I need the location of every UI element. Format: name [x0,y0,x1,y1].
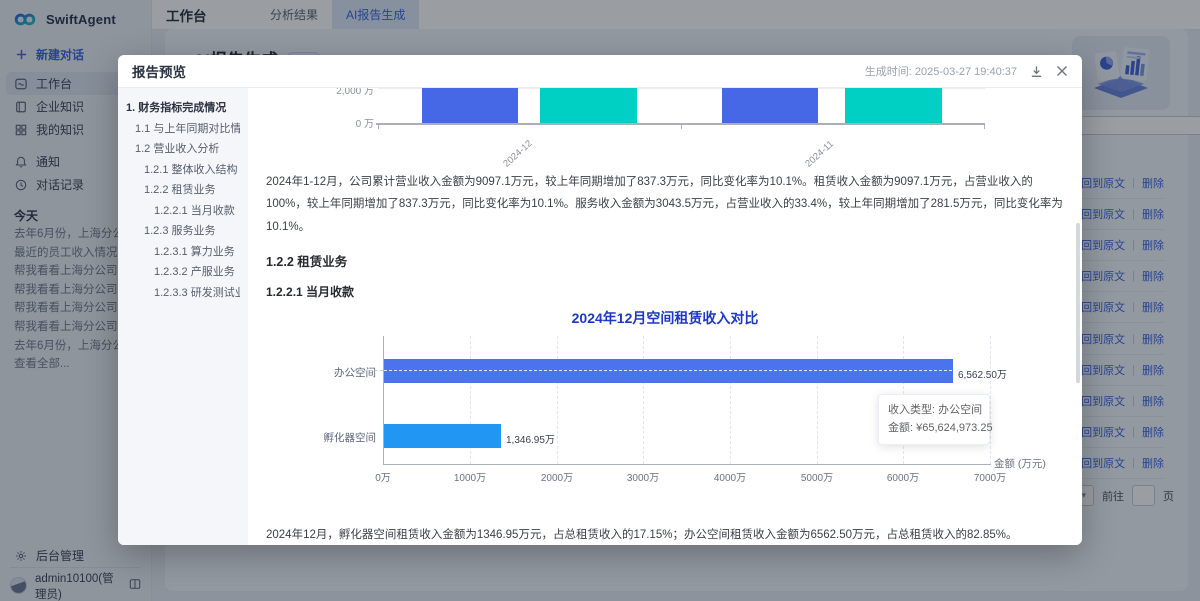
category-label: 办公空间 [274,365,376,380]
toc-item[interactable]: 1.2.1 整体收入结构 [126,160,240,181]
bar-2024-12-series2[interactable] [540,88,637,123]
toc-item[interactable]: 1.2 营业收入分析 [126,139,240,160]
report-preview-modal: 报告预览 生成时间: 2025-03-27 19:40:37 1. 财务指标完成… [118,55,1082,545]
report-paragraph: 2024年1-12月，公司累计营业收入金额为9097.1万元，较上年同期增加了8… [266,171,1064,238]
bar-2024-12-series1[interactable] [422,88,518,123]
x-tick-label: 2024-11 [803,132,843,170]
x-axis-title: 金额 (万元) [994,456,1046,471]
toc-item[interactable]: 1. 财务指标完成情况 [126,98,240,119]
x-tick-label: 1000万 [440,469,500,484]
x-tick-label: 2000万 [527,469,587,484]
section-heading: 1.2.2 租赁业务 [266,251,1064,270]
modal-body: 1. 财务指标完成情况 1.1 与上年同期对比情况 1.2 营业收入分析 1.2… [118,88,1082,545]
rental-income-bar-chart: 2024年12月空间租赁收入对比 办公空间 6,562.50万 孵化器空间 1,… [266,304,1064,512]
chart-tooltip: 收入类型: 办公空间 金额: ¥65,624,973.25 [878,394,990,444]
chart-title: 2024年12月空间租赁收入对比 [266,308,1064,328]
modal-header: 报告预览 生成时间: 2025-03-27 19:40:37 [118,55,1082,88]
bar-value-label: 6,562.50万 [958,366,1007,381]
bar-office-space[interactable] [384,359,953,383]
bar-value-label: 1,346.95万 [506,431,555,446]
tooltip-line: 收入类型: 办公空间 [888,401,980,419]
bar-2024-11-series1[interactable] [722,88,818,123]
x-tick-label: 7000万 [960,469,1020,484]
x-tick-label: 2024-12 [501,132,541,170]
download-icon[interactable] [1030,65,1043,78]
toc-item[interactable]: 1.2.2.1 当月收款 [126,201,240,222]
toc-item[interactable]: 1.2.3.3 研发测试业务 [126,283,240,304]
x-tick-label: 5000万 [787,469,847,484]
x-tick-label: 6000万 [873,469,933,484]
monthly-grouped-bar-chart: 2,000 万 0 万 2024-12 2024-11 [266,88,1064,164]
x-tick-label: 3000万 [613,469,673,484]
toc-item[interactable]: 1.2.3 服务业务 [126,221,240,242]
category-label: 孵化器空间 [274,430,376,445]
report-paragraph: 2024年12月，孵化器空间租赁收入金额为1346.95万元，占总租赁收入的17… [266,524,1064,545]
toc-item[interactable]: 1.2.3.2 产服业务 [126,262,240,283]
axis-pointer-dash [354,370,383,371]
toc-item[interactable]: 1.1 与上年同期对比情况 [126,119,240,140]
axis-pointer-dash [384,370,952,371]
modal-scrollbar[interactable] [1076,223,1080,383]
y-tick-label: 2,000 万 [274,88,374,97]
generated-time: 生成时间: 2025-03-27 19:40:37 [865,63,1017,79]
toc-item[interactable]: 1.2.3.1 算力业务 [126,242,240,263]
section-heading: 1.2.2.1 当月收款 [266,283,1064,300]
bar-incubator-space[interactable] [384,424,501,448]
x-tick-label: 4000万 [700,469,760,484]
y-tick-label: 0 万 [274,115,374,130]
report-document: 2,000 万 0 万 2024-12 2024-11 2024年1-12月，公… [248,88,1082,545]
report-toc: 1. 财务指标完成情况 1.1 与上年同期对比情况 1.2 营业收入分析 1.2… [118,88,248,545]
x-tick-label: 0万 [353,469,413,484]
close-icon[interactable] [1056,65,1068,77]
bar-2024-11-series2[interactable] [845,88,942,123]
tooltip-line: 金额: ¥65,624,973.25 [888,419,980,437]
modal-title: 报告预览 [132,61,186,81]
toc-item[interactable]: 1.2.2 租赁业务 [126,180,240,201]
